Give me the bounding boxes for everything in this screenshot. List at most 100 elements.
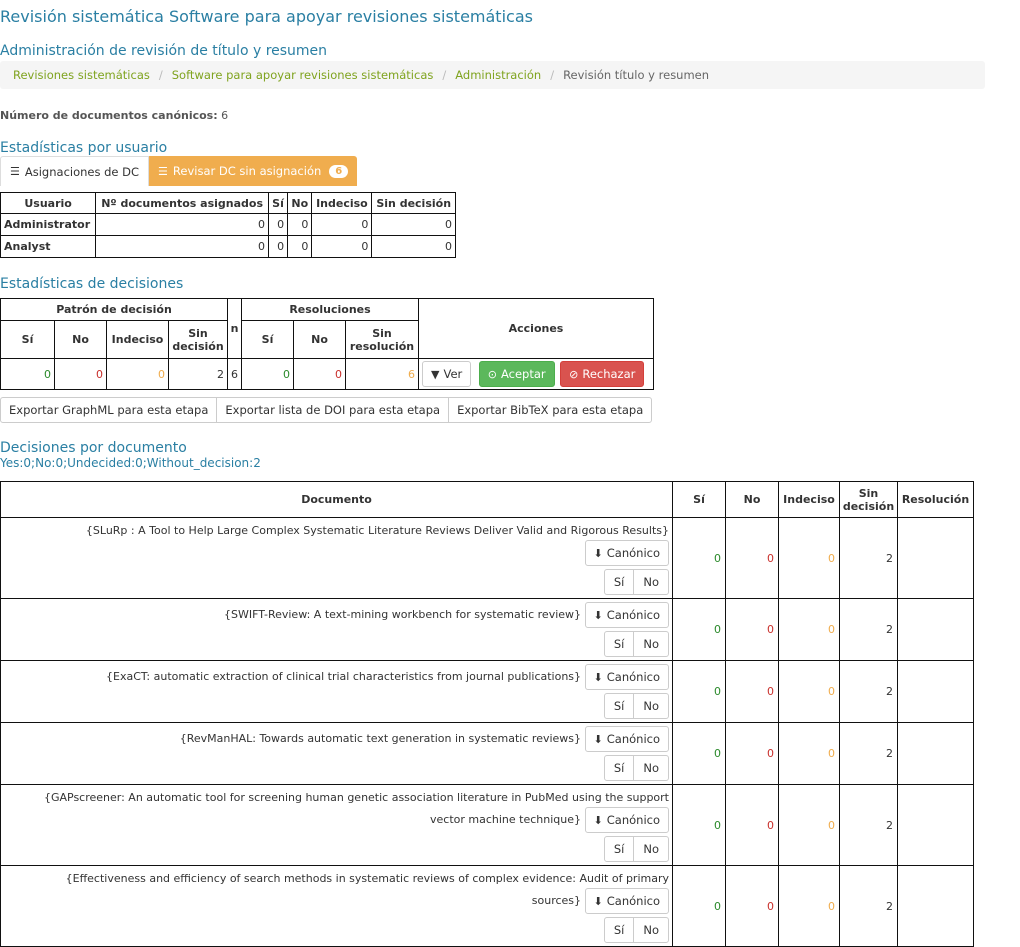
col-no: No bbox=[54, 320, 107, 359]
breadcrumb-link-review[interactable]: Software para apoyar revisiones sistemát… bbox=[172, 68, 434, 82]
cell-user: Analyst bbox=[0, 235, 97, 258]
document-title-wrap: {Effectiveness and efficiency of search … bbox=[21, 869, 669, 914]
reject-button-label: Rechazar bbox=[582, 367, 636, 381]
no-button[interactable]: No bbox=[633, 836, 669, 862]
tab-review-unassigned[interactable]: ☰ Revisar DC sin asignación 6 bbox=[149, 156, 358, 186]
table-row: {SWIFT-Review: A text-mining workbench f… bbox=[0, 598, 974, 661]
cell-resolucion bbox=[897, 660, 974, 723]
cell-resolucion bbox=[897, 517, 974, 599]
document-title-wrap: {GAPscreener: An automatic tool for scre… bbox=[21, 788, 669, 833]
cell-resolucion bbox=[897, 598, 974, 661]
yes-button[interactable]: Sí bbox=[603, 755, 635, 781]
cell-no: 0 bbox=[287, 213, 313, 236]
breadcrumb-separator: / bbox=[158, 68, 163, 82]
cell-si: 0 bbox=[672, 722, 726, 785]
yes-button[interactable]: Sí bbox=[603, 569, 635, 595]
cell-si: 0 bbox=[267, 235, 289, 258]
col-sin-decision: Sin decisión bbox=[839, 481, 898, 518]
breadcrumb-link-reviews[interactable]: Revisiones sistemáticas bbox=[13, 68, 150, 82]
document-cell: {SLuRp : A Tool to Help Large Complex Sy… bbox=[0, 517, 673, 599]
table-row: {GAPscreener: An automatic tool for scre… bbox=[0, 784, 974, 866]
cell-indeciso: 0 bbox=[778, 517, 840, 599]
col-res-no: No bbox=[293, 320, 346, 359]
tab-dc-assignments[interactable]: ☰ Asignaciones de DC bbox=[0, 156, 150, 186]
cell-indeciso: 0 bbox=[311, 213, 373, 236]
canonical-button[interactable]: ⬇ Canónico bbox=[584, 888, 669, 914]
yes-button[interactable]: Sí bbox=[603, 917, 635, 943]
decision-button-group: Sí No bbox=[603, 631, 669, 657]
accept-button-label: Aceptar bbox=[500, 367, 546, 381]
col-si: Sí bbox=[267, 192, 289, 214]
col-si: Sí bbox=[672, 481, 726, 518]
canonical-button[interactable]: ⬇ Canónico bbox=[584, 664, 669, 690]
export-bibtex-button[interactable]: Exportar BibTeX para esta etapa bbox=[448, 397, 653, 423]
user-stats-tabs: ☰ Asignaciones de DC ☰ Revisar DC sin as… bbox=[0, 156, 358, 186]
download-icon: ⬇ bbox=[593, 546, 603, 560]
yes-button[interactable]: Sí bbox=[603, 631, 635, 657]
cell-indeciso: 0 bbox=[311, 235, 373, 258]
canonical-button-label: Canónico bbox=[606, 731, 660, 746]
no-button[interactable]: No bbox=[633, 917, 669, 943]
document-title: {GAPscreener: An automatic tool for scre… bbox=[43, 791, 669, 826]
col-usuario: Usuario bbox=[0, 192, 97, 214]
canonical-button[interactable]: ⬇ Canónico bbox=[584, 540, 669, 566]
decision-button-group: Sí No bbox=[603, 755, 669, 781]
document-title-wrap: {SLuRp : A Tool to Help Large Complex Sy… bbox=[21, 521, 669, 566]
canonical-button[interactable]: ⬇ Canónico bbox=[584, 726, 669, 752]
cell-sin-decision: 2 bbox=[839, 865, 898, 947]
cell-indeciso: 0 bbox=[778, 865, 840, 947]
accept-button[interactable]: ⊙ Aceptar bbox=[478, 361, 555, 387]
cell-sin-decision: 2 bbox=[839, 598, 898, 661]
canonical-button[interactable]: ⬇ Canónico bbox=[584, 807, 669, 833]
reject-button[interactable]: ⊘ Rechazar bbox=[560, 361, 645, 387]
document-title-wrap: {SWIFT-Review: A text-mining workbench f… bbox=[21, 602, 669, 628]
col-no: No bbox=[725, 481, 779, 518]
no-button[interactable]: No bbox=[633, 693, 669, 719]
decision-button-group: Sí No bbox=[603, 836, 669, 862]
group-decision-pattern: Patrón de decisión bbox=[0, 298, 228, 321]
cell-no: 0 bbox=[725, 784, 779, 866]
table-row: {Effectiveness and efficiency of search … bbox=[0, 865, 974, 947]
document-cell: {RevManHAL: Towards automatic text gener… bbox=[0, 722, 673, 785]
cell-no: 0 bbox=[287, 235, 313, 258]
no-button[interactable]: No bbox=[633, 631, 669, 657]
documents-table: Documento Sí No Indeciso Sin decisión Re… bbox=[0, 481, 974, 947]
cell-no: 0 bbox=[725, 660, 779, 723]
documents-heading: Decisiones por documento bbox=[0, 440, 187, 456]
table-header-row: Usuario Nº documentos asignados Sí No In… bbox=[0, 192, 456, 214]
no-button[interactable]: No bbox=[633, 755, 669, 781]
table-header-row: Documento Sí No Indeciso Sin decisión Re… bbox=[0, 481, 974, 518]
view-dropdown-button[interactable]: ▼ Ver bbox=[422, 361, 472, 387]
decision-button-group: Sí No bbox=[603, 569, 669, 595]
list-icon: ☰ bbox=[10, 165, 20, 178]
cell-res-si: 0 bbox=[241, 358, 294, 390]
cell-resolucion bbox=[897, 722, 974, 785]
cell-indeciso: 0 bbox=[106, 358, 169, 390]
cell-indeciso: 0 bbox=[778, 598, 840, 661]
download-icon: ⬇ bbox=[593, 732, 603, 746]
download-icon: ⬇ bbox=[593, 813, 603, 827]
cell-assigned: 0 bbox=[95, 213, 269, 236]
canonical-button[interactable]: ⬇ Canónico bbox=[584, 602, 669, 628]
yes-button[interactable]: Sí bbox=[603, 693, 635, 719]
document-cell: {ExaCT: automatic extraction of clinical… bbox=[0, 660, 673, 723]
document-cell: {SWIFT-Review: A text-mining workbench f… bbox=[0, 598, 673, 661]
group-resolutions: Resoluciones bbox=[241, 298, 419, 321]
breadcrumb-link-admin[interactable]: Administración bbox=[455, 68, 541, 82]
export-graphml-button[interactable]: Exportar GraphML para esta etapa bbox=[0, 397, 218, 423]
cell-resolucion bbox=[897, 865, 974, 947]
cell-resolucion bbox=[897, 784, 974, 866]
export-button-group: Exportar GraphML para esta etapa Exporta… bbox=[0, 397, 653, 423]
export-doi-button[interactable]: Exportar lista de DOI para esta etapa bbox=[216, 397, 450, 423]
no-button[interactable]: No bbox=[633, 569, 669, 595]
download-icon: ⬇ bbox=[593, 608, 603, 622]
yes-button[interactable]: Sí bbox=[603, 836, 635, 862]
cell-no: 0 bbox=[54, 358, 107, 390]
cell-no: 0 bbox=[725, 598, 779, 661]
cell-si: 0 bbox=[0, 358, 55, 390]
cell-indeciso: 0 bbox=[778, 722, 840, 785]
col-sin-resolucion: Sin resolución bbox=[345, 320, 419, 359]
cell-no: 0 bbox=[725, 722, 779, 785]
col-indeciso: Indeciso bbox=[778, 481, 840, 518]
cell-sin-decision: 2 bbox=[839, 517, 898, 599]
